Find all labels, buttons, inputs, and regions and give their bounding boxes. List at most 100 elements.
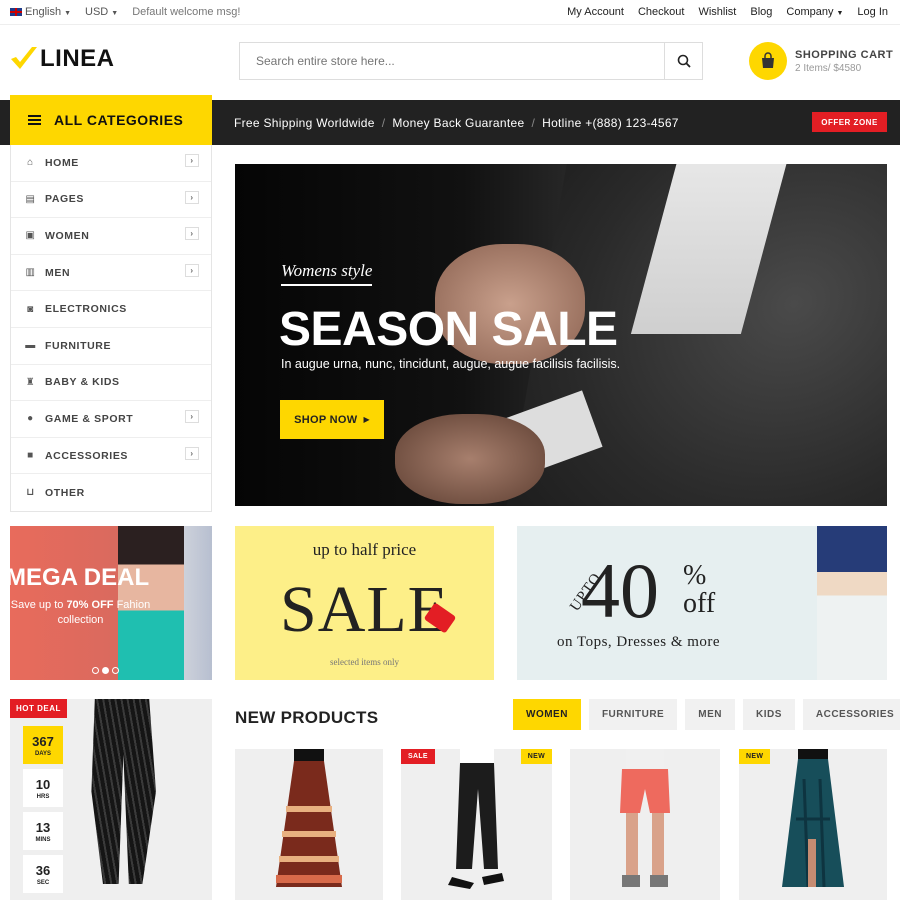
sidebar-item-women[interactable]: ▣ WOMEN › (11, 218, 211, 255)
checkout-link[interactable]: Checkout (638, 6, 684, 18)
soccer-icon: ● (27, 413, 34, 425)
welcome-message: Default welcome msg! (132, 6, 241, 18)
chevron-right-icon[interactable]: › (185, 263, 199, 277)
sidebar-item-game-sport[interactable]: ● GAME & SPORT › (11, 401, 211, 438)
sidebar-item-pages[interactable]: ▤ PAGES › (11, 182, 211, 219)
sidebar-item-baby-kids[interactable]: ♜ BABY & KIDS (11, 365, 211, 402)
wishlist-link[interactable]: Wishlist (698, 6, 736, 18)
chevron-right-icon[interactable]: › (185, 227, 199, 241)
timer-hours-value: 10 (35, 776, 51, 792)
caret-down-icon: ▼ (64, 10, 72, 17)
free-shipping-text: Free Shipping Worldwide (234, 116, 375, 130)
shop-now-button[interactable]: SHOP NOW ▶ (280, 400, 384, 439)
sidebar-item-men[interactable]: ▥ MEN › (11, 255, 211, 292)
shopping-cart[interactable]: SHOPPING CART 2 Items/ $4580 (749, 42, 893, 80)
top-bar: English ▼ USD ▼ Default welcome msg! My Ac… (0, 0, 900, 25)
company-dropdown[interactable]: Company ▼ (786, 6, 843, 18)
sidebar-item-home[interactable]: ⌂ HOME › (11, 145, 211, 182)
tab-accessories[interactable]: ACCESSORIES (802, 699, 900, 730)
login-link[interactable]: Log In (857, 6, 888, 18)
timer-seconds: 36 SEC (23, 855, 63, 893)
chevron-right-icon[interactable]: › (185, 410, 199, 424)
all-categories-button[interactable]: ALL CATEGORIES (10, 95, 212, 145)
timer-days-value: 367 (32, 733, 54, 749)
search-input[interactable] (240, 43, 664, 79)
sidebar-item-electronics[interactable]: ◙ ELECTRONICS (11, 291, 211, 328)
timer-minutes-unit: MINS (35, 836, 51, 843)
discount-number: 40 (581, 547, 659, 634)
separator: / (531, 116, 536, 130)
checkmark-logo-icon (11, 47, 37, 69)
tab-women[interactable]: WOMEN (513, 699, 581, 730)
child-icon: ♜ (25, 376, 36, 388)
camera-icon: ◙ (27, 303, 34, 315)
company-label: Company (786, 6, 834, 18)
chevron-right-icon[interactable]: › (185, 190, 199, 204)
timer-seconds-value: 36 (35, 862, 51, 878)
blog-link[interactable]: Blog (750, 6, 772, 18)
tab-furniture[interactable]: FURNITURE (588, 699, 678, 730)
hot-deal-panel[interactable]: HOT DEAL 367 DAYS 10 HRS 13 MINS 36 SEC (10, 699, 212, 900)
countdown-timer: 367 DAYS 10 HRS 13 MINS 36 SEC (23, 726, 63, 898)
hamburger-icon (28, 115, 41, 125)
offer-zone-button[interactable]: OFFER ZONE (812, 112, 887, 132)
carousel-dot-active[interactable] (102, 667, 109, 674)
language-label: English (25, 6, 62, 18)
timer-days-unit: DAYS (34, 750, 52, 757)
carousel-dots (92, 667, 119, 674)
search-button[interactable] (664, 43, 702, 79)
sale-badge: SALE (401, 749, 435, 764)
product-card[interactable]: NEW (739, 749, 887, 900)
tab-men[interactable]: MEN (685, 699, 735, 730)
sidebar-item-accessories[interactable]: ■ ACCESSORIES › (11, 438, 211, 475)
product-image-maxi-skirt (782, 749, 844, 888)
shop-now-label: SHOP NOW (294, 413, 358, 426)
mega-deal-text: Save up to 70% OFF Fahion collection (10, 598, 153, 628)
sidebar-item-furniture[interactable]: ▬ FURNITURE (11, 328, 211, 365)
sidebar-item-label: WOMEN (45, 229, 90, 242)
hero-subtitle: Womens style (281, 261, 373, 286)
hero-title: SEASON SALE (279, 303, 618, 356)
chevron-right-icon[interactable]: › (185, 154, 199, 167)
product-card[interactable]: SALE NEW (401, 749, 552, 900)
product-card[interactable] (570, 749, 720, 900)
my-account-link[interactable]: My Account (567, 6, 624, 18)
money-back-text: Money Back Guarantee (392, 116, 525, 130)
off-text: off (683, 588, 716, 619)
gift-icon: ▣ (25, 230, 36, 242)
carousel-dot[interactable] (92, 667, 99, 674)
hero-image-hand (395, 414, 545, 504)
carousel-dot[interactable] (112, 667, 119, 674)
sidebar-item-other[interactable]: ⊔ OTHER (11, 474, 211, 511)
currency-selector[interactable]: USD ▼ (85, 6, 118, 18)
uk-flag-icon (10, 8, 22, 17)
sidebar-item-label: OTHER (45, 486, 85, 499)
search-icon (677, 54, 691, 68)
sidebar-item-label: GAME & SPORT (45, 412, 134, 425)
chevron-right-icon[interactable]: › (185, 446, 199, 460)
product-card[interactable] (235, 749, 383, 900)
timer-hours-unit: HRS (36, 793, 50, 800)
currency-label: USD (85, 6, 109, 18)
timer-minutes-value: 13 (35, 819, 51, 835)
forty-percent-off-banner[interactable]: UPTO 40 % off on Tops, Dresses & more (517, 526, 887, 680)
product-tabs: WOMEN FURNITURE MEN KIDS ACCESSORIES (513, 699, 900, 730)
sidebar-item-label: ACCESSORIES (45, 449, 129, 462)
product-image-shorts (620, 749, 670, 887)
half-price-sale-banner[interactable]: up to half price SALE selected items onl… (235, 526, 494, 680)
category-sidebar: ⌂ HOME › ▤ PAGES › ▣ WOMEN › ▥ MEN › ◙ ELECTRONIC… (10, 145, 212, 512)
mega-deal-highlight: 70% OFF (66, 599, 114, 611)
hotline-text: Hotline +(888) 123-4567 (542, 116, 679, 130)
logo[interactable]: LINEA (10, 45, 115, 73)
mega-deal-banner[interactable]: MEGA DEAL Save up to 70% OFF Fahion coll… (10, 526, 212, 680)
shopping-bag-icon (749, 42, 787, 80)
navigation-bar: ALL CATEGORIES Free Shipping Worldwide /… (0, 95, 900, 145)
header: LINEA SHOPPING CART 2 Items/ $4580 (0, 25, 900, 100)
hot-deal-label: HOT DEAL (10, 699, 67, 718)
home-icon: ⌂ (27, 157, 34, 169)
hero-banner[interactable]: Womens style SEASON SALE In augue urna, … (235, 164, 887, 506)
language-selector[interactable]: English ▼ (10, 6, 71, 18)
all-categories-label: ALL CATEGORIES (54, 112, 184, 128)
model-image (817, 526, 887, 680)
tab-kids[interactable]: KIDS (742, 699, 795, 730)
